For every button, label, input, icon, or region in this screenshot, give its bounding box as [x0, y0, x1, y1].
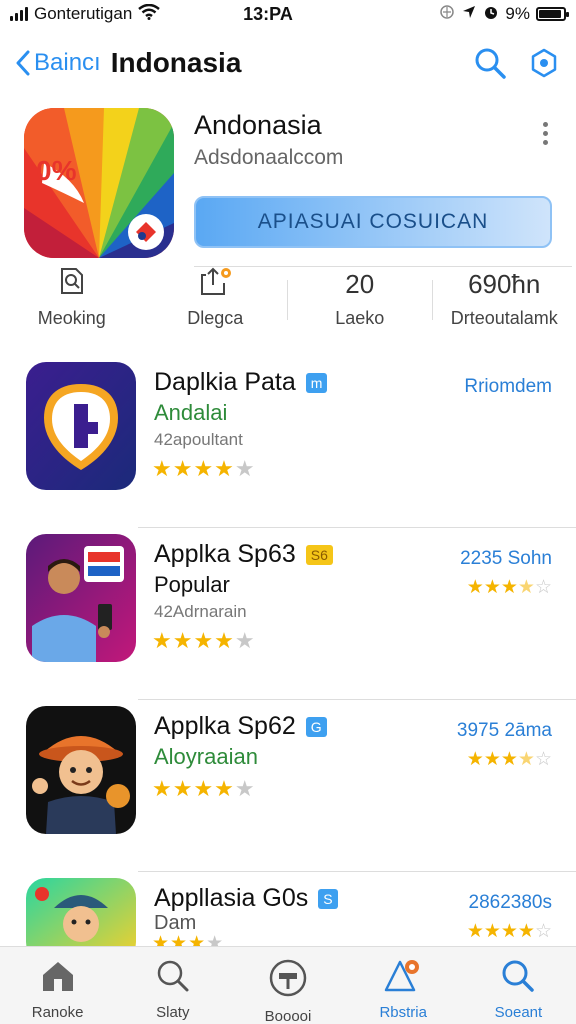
- app-title: Applka Sp62: [154, 712, 296, 740]
- app-name: Andonasia: [194, 110, 322, 140]
- tab-search[interactable]: Slaty: [115, 947, 230, 1024]
- battery-percent: 9%: [505, 4, 530, 23]
- stat-value: 690ħn: [468, 268, 541, 299]
- stat-share[interactable]: Dlegca: [144, 265, 288, 338]
- stat-label: Drteoutalamk: [450, 308, 558, 328]
- settings-icon[interactable]: [528, 47, 560, 79]
- app-badge: m: [305, 372, 328, 393]
- star-rating: ★★★★★: [152, 628, 256, 653]
- review-star-rating: ★★★★☆: [466, 921, 552, 942]
- app-icon: [26, 534, 136, 662]
- featured-app: 0% Andonasia Adsdonaalccom APIASUAI COSU…: [24, 104, 572, 267]
- list-item[interactable]: Applka Sp62 G Aloyraaian ★★★★★ 3975 2āma…: [0, 700, 576, 872]
- alarm-icon: [483, 4, 499, 25]
- stat-ranking[interactable]: Meoking: [0, 265, 144, 338]
- app-review-count: 2862380s: [468, 892, 552, 913]
- app-meta: 42Adrnarain: [154, 602, 247, 621]
- carrier-name: Gonterutigan: [34, 4, 133, 23]
- tab-profile[interactable]: Booooi: [230, 947, 345, 1024]
- search-icon: [156, 959, 190, 998]
- stat-label: Meoking: [37, 308, 106, 328]
- install-button[interactable]: APIASUAI COSUICAN: [194, 196, 552, 248]
- tab-label: Ranoke: [31, 1004, 84, 1021]
- tab-bar: Ranoke Slaty Booooi Rbstria Soeant: [0, 946, 576, 1024]
- stat-label: Dlegca: [187, 308, 244, 328]
- app-icon: [26, 706, 136, 834]
- home-icon: [40, 959, 76, 998]
- status-time: 13:PA: [243, 3, 293, 24]
- app-subtitle: Popular: [154, 572, 230, 597]
- tab-label: Soeant: [494, 1004, 543, 1021]
- share-icon: [198, 265, 232, 304]
- wifi-icon: [138, 3, 161, 25]
- review-star-rating: ★★★★☆: [466, 749, 552, 770]
- tab-ranking[interactable]: Ranoke: [0, 947, 115, 1024]
- navigation-bar: Baincı Indonasia: [0, 38, 576, 88]
- tab-search-2[interactable]: Soeant: [461, 947, 576, 1024]
- app-subtitle: Andalai: [154, 400, 228, 425]
- stat-count: 20 Laeko: [288, 268, 432, 338]
- back-label: Baincı: [34, 49, 101, 76]
- app-action-link[interactable]: Rriomdem: [464, 376, 552, 398]
- app-badge: S: [318, 888, 338, 909]
- svg-text:0%: 0%: [36, 155, 77, 186]
- signal-icon: [10, 7, 28, 21]
- divider: [194, 266, 572, 267]
- app-title: Applka Sp63: [154, 540, 296, 568]
- profile-icon: [269, 959, 307, 1002]
- app-meta: 42apoultant: [154, 430, 243, 449]
- more-options-icon[interactable]: [543, 122, 548, 145]
- battery-icon: [536, 7, 569, 21]
- alert-icon: [384, 959, 422, 998]
- stat-value: 20: [345, 268, 375, 299]
- stat-size: 690ħn Drteoutalamk: [433, 268, 576, 338]
- stat-label: Laeko: [335, 308, 385, 328]
- app-title: Appllasia G0s: [154, 884, 309, 912]
- app-subtitle: Aloyraaian: [154, 744, 258, 769]
- star-rating: ★★★★★: [152, 456, 256, 481]
- search-icon[interactable]: [474, 47, 506, 79]
- status-bar: Gonterutigan 13:PA 9%: [0, 0, 576, 28]
- chevron-left-icon: [16, 50, 30, 76]
- tab-label: Booooi: [264, 1008, 312, 1024]
- tab-label: Rbstria: [379, 1004, 427, 1021]
- app-icon[interactable]: 0%: [24, 108, 174, 258]
- back-button[interactable]: Baincı: [16, 49, 101, 77]
- list-item[interactable]: Applka Sp63 S6 Popular 42Adrnarain ★★★★★…: [0, 528, 576, 700]
- app-list: Daplkia Pata m Andalai 42apoultant ★★★★★…: [0, 356, 576, 962]
- tab-updates[interactable]: Rbstria: [346, 947, 461, 1024]
- rotation-lock-icon: [439, 4, 455, 25]
- app-title: Daplkia Pata: [154, 368, 296, 396]
- star-rating: ★★★★★: [152, 776, 256, 801]
- app-icon: [26, 362, 136, 490]
- location-icon: [461, 4, 477, 25]
- page-title: Indonasia: [110, 47, 242, 78]
- tab-label: Slaty: [156, 1004, 190, 1021]
- app-badge: G: [305, 716, 327, 737]
- app-review-count: 2235 Sohn: [460, 548, 552, 569]
- review-star-rating: ★★★★☆: [466, 577, 552, 598]
- stats-row: Meoking Dlegca 20 Laeko 690ħn Drteoutala…: [0, 265, 576, 338]
- search-doc-icon: [56, 265, 88, 304]
- app-developer[interactable]: Adsdonaalccom: [194, 146, 343, 170]
- app-badge: S6: [305, 544, 333, 565]
- list-item[interactable]: Daplkia Pata m Andalai 42apoultant ★★★★★…: [0, 356, 576, 528]
- app-review-count: 3975 2āma: [456, 720, 552, 741]
- search-icon: [501, 959, 535, 998]
